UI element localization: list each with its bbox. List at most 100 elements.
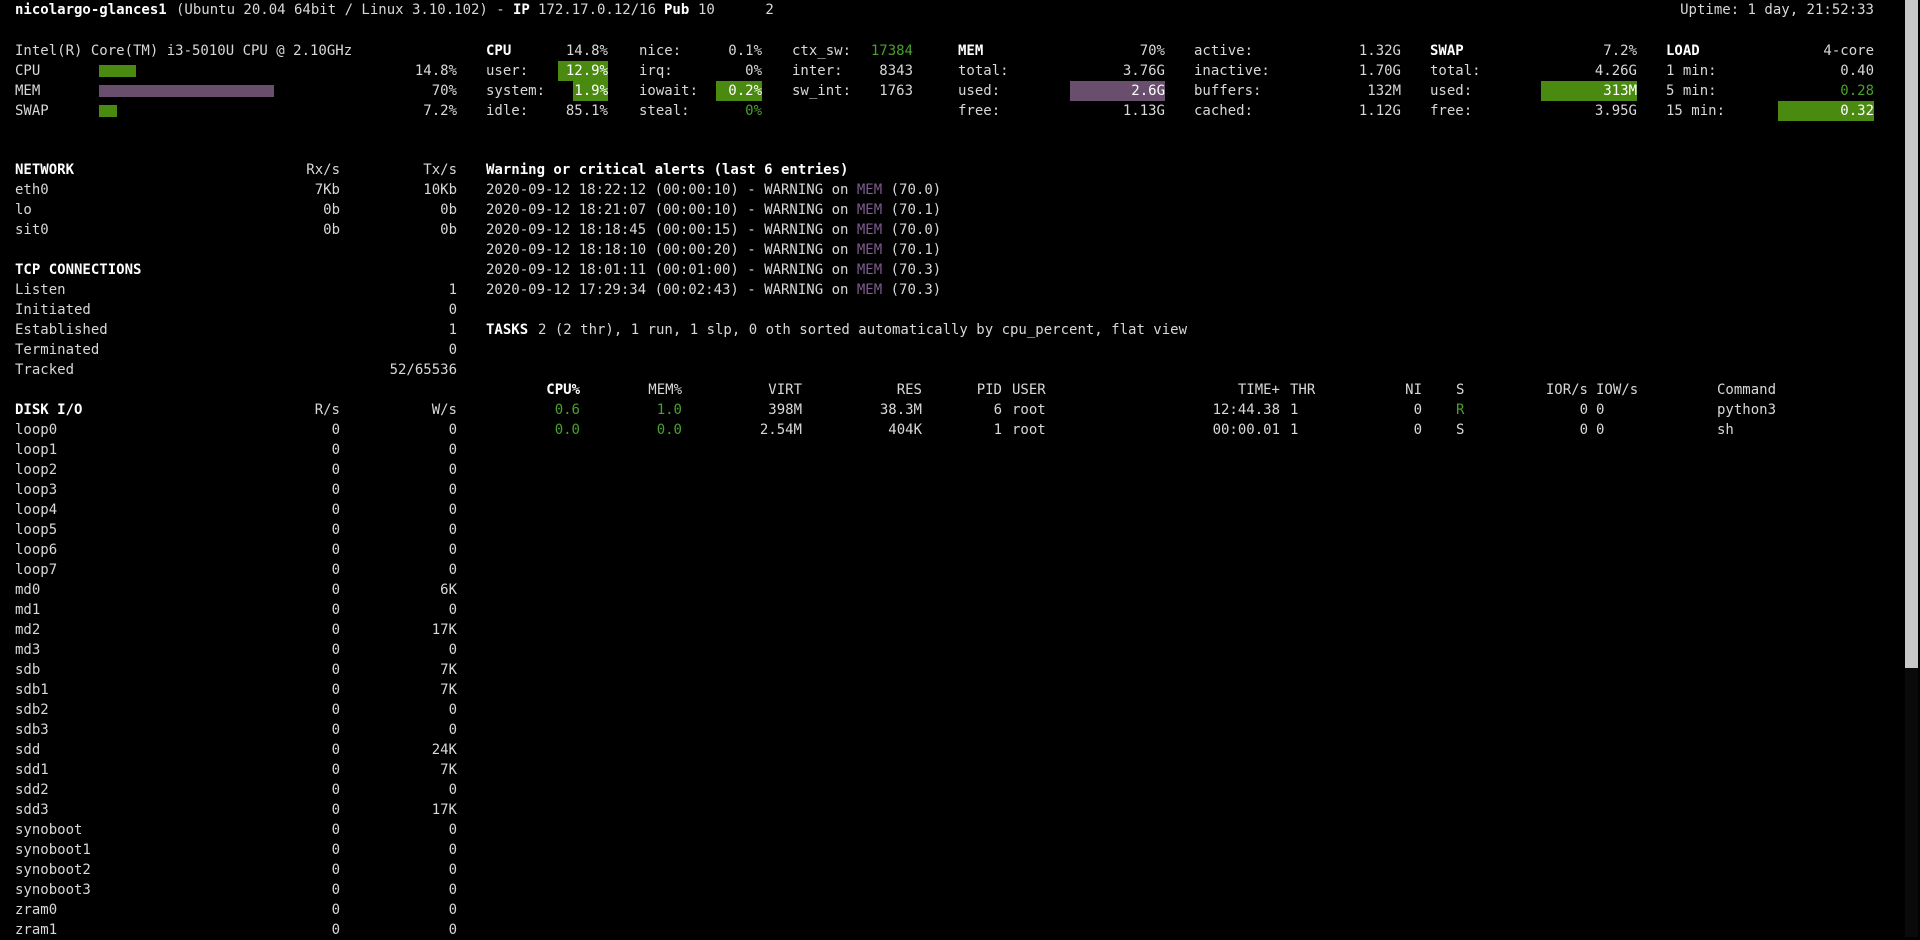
disk-name: loop7 — [15, 562, 58, 578]
alert-value: (70.3) — [882, 282, 942, 298]
os-info: (Ubuntu 20.04 64bit / Linux 3.10.102) - — [176, 2, 505, 18]
disk-write-value: 7K — [440, 762, 457, 778]
cpu-title: CPU — [486, 43, 512, 59]
cpu-user-label: user: — [486, 63, 529, 79]
alert-item: MEM — [856, 282, 883, 298]
disk-write-value: 17K — [431, 802, 457, 818]
process-cell-pid: 1 — [993, 422, 1002, 438]
process-cell-user: root — [1012, 402, 1046, 418]
disk-write-value: 24K — [431, 742, 457, 758]
disk-name: synoboot — [15, 822, 83, 838]
process-header-cmd[interactable]: Command — [1717, 380, 1837, 400]
process-cell-mem: 0.0 — [656, 422, 682, 438]
disk-name: md0 — [15, 582, 41, 598]
disk-write-value: 0 — [448, 542, 457, 558]
process-header-pid[interactable]: PID — [950, 380, 1002, 400]
network-interface-name: sit0 — [15, 222, 49, 238]
process-cell-ior: 0 — [1579, 402, 1588, 418]
swap-free-label: free: — [1430, 103, 1473, 119]
process-cell-iow: 0 — [1596, 422, 1605, 438]
scrollbar-thumb[interactable] — [1905, 0, 1918, 668]
pub-label: Pub — [664, 2, 690, 18]
cpu-steal-label: steal: — [639, 103, 690, 119]
disk-name: md3 — [15, 642, 41, 658]
disk-read-value: 0 — [331, 542, 340, 558]
process-header-s[interactable]: S — [1456, 380, 1476, 400]
hostname: nicolargo-glances1 — [15, 2, 167, 18]
swap-free-value: 3.95G — [1594, 103, 1637, 119]
disk-write-value: 0 — [448, 422, 457, 438]
alert-text: 2020-09-12 18:01:11 (00:01:00) - WARNING… — [486, 262, 857, 278]
swap-total-value: 4.26G — [1594, 63, 1637, 79]
cpu-system-value: 1.9% — [573, 81, 608, 101]
process-header-virt[interactable]: VIRT — [740, 380, 802, 400]
process-cell-res: 404K — [888, 422, 922, 438]
alert-item: MEM — [856, 262, 883, 278]
disk-name: loop2 — [15, 462, 58, 478]
disk-name: sdb3 — [15, 722, 49, 738]
alert-row: 2020-09-12 18:18:10 (00:00:20) - WARNING… — [486, 240, 941, 260]
mem-inactive-value: 1.70G — [1358, 63, 1401, 79]
process-cell-ni: 0 — [1413, 422, 1422, 438]
disk-read-value: 0 — [331, 682, 340, 698]
process-header-thr[interactable]: THR — [1290, 380, 1330, 400]
disk-read-value: 0 — [331, 522, 340, 538]
process-cell-time: 00:00.01 — [1212, 422, 1280, 438]
process-cell-ni: 0 — [1413, 402, 1422, 418]
cpu-irq-label: irq: — [639, 63, 673, 79]
process-cell-thr: 1 — [1290, 402, 1299, 418]
process-header-ior[interactable]: IOR/s — [1500, 380, 1588, 400]
disk-name: loop4 — [15, 502, 58, 518]
cpu-iowait-label: iowait: — [639, 83, 699, 99]
alert-row: 2020-09-12 18:22:12 (00:00:10) - WARNING… — [486, 180, 941, 200]
tasks-summary: 2 (2 thr), 1 run, 1 slp, 0 oth sorted au… — [538, 322, 1188, 338]
disk-read-value: 0 — [331, 902, 340, 918]
disk-name: loop3 — [15, 482, 58, 498]
process-header-mem[interactable]: MEM% — [620, 380, 682, 400]
process-cell-s: S — [1456, 422, 1465, 438]
disk-write-value: 0 — [448, 862, 457, 878]
disk-name: sdd2 — [15, 782, 49, 798]
quicklook-value: 70% — [431, 83, 457, 99]
ip-address: 172.17.0.12/16 — [538, 2, 657, 18]
mem-used-value: 2.6G — [1070, 81, 1165, 101]
disk-read-value: 0 — [331, 742, 340, 758]
process-header-time[interactable]: TIME+ — [1200, 380, 1280, 400]
process-header-res[interactable]: RES — [850, 380, 922, 400]
mem-free-value: 1.13G — [1122, 103, 1165, 119]
load-15min-label: 15 min: — [1666, 103, 1726, 119]
sw-int-label: sw_int: — [792, 83, 852, 99]
load-title: LOAD — [1666, 43, 1700, 59]
process-header-user[interactable]: USER — [1012, 380, 1092, 400]
network-rx-value: 0b — [323, 202, 340, 218]
tcp-row-value: 52/65536 — [389, 362, 457, 378]
process-header-ni[interactable]: NI — [1380, 380, 1422, 400]
scrollbar[interactable] — [1905, 0, 1918, 937]
alert-item: MEM — [856, 182, 883, 198]
alert-text: 2020-09-12 18:18:10 (00:00:20) - WARNING… — [486, 242, 857, 258]
quicklook-label: CPU — [15, 63, 41, 79]
mem-used-label: used: — [958, 83, 1001, 99]
mem-cached-label: cached: — [1194, 103, 1254, 119]
process-cell-ior: 0 — [1579, 422, 1588, 438]
tcp-row-value: 1 — [448, 282, 457, 298]
quicklook-value: 14.8% — [414, 63, 457, 79]
ctx-sw-label: ctx_sw: — [792, 43, 852, 59]
public-ip: 10 2 — [698, 2, 774, 18]
cpu-total: 14.8% — [565, 43, 608, 59]
tcp-row-value: 0 — [448, 302, 457, 318]
network-rx-value: 7Kb — [314, 182, 340, 198]
disk-name: zram0 — [15, 902, 58, 918]
process-cell-cmd: sh — [1717, 422, 1734, 438]
disk-write-value: 0 — [448, 502, 457, 518]
process-cell-mem: 1.0 — [656, 402, 682, 418]
disk-read-value: 0 — [331, 642, 340, 658]
process-header-cpu[interactable]: CPU% — [530, 380, 580, 400]
disk-name: sdb — [15, 662, 41, 678]
cpu-idle-value: 85.1% — [565, 103, 608, 119]
disk-read-value: 0 — [331, 502, 340, 518]
process-cell-virt: 398M — [768, 402, 802, 418]
process-header-iow[interactable]: IOW/s — [1596, 380, 1656, 400]
tcp-row-label: Initiated — [15, 302, 91, 318]
quicklook-label: MEM — [15, 83, 41, 99]
